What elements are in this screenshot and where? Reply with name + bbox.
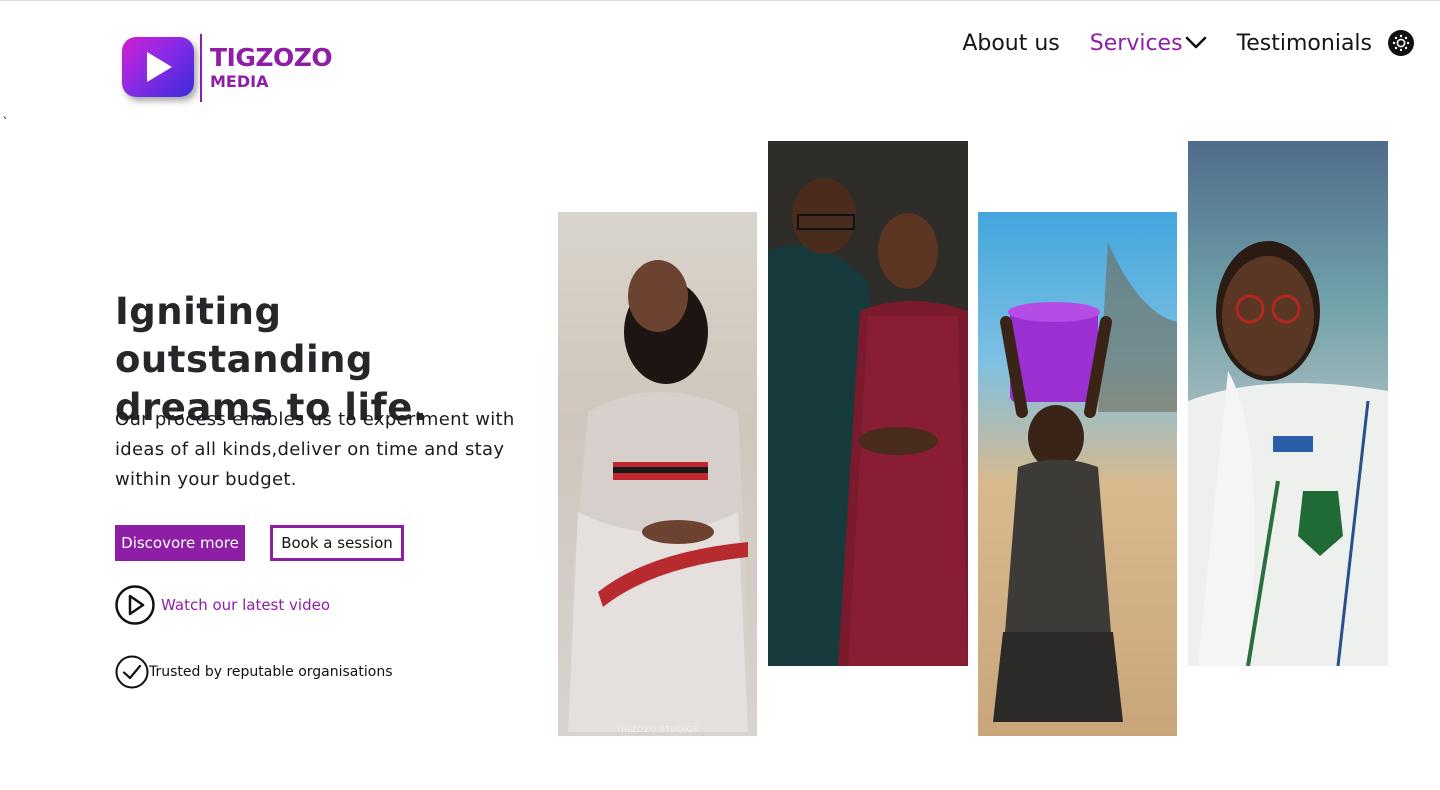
logo-wordmark-secondary: MEDIA [210, 72, 269, 91]
main-nav: About us Services Testimonials [932, 26, 1414, 60]
hero-subtext: Our process enables us to experiment wit… [115, 409, 515, 490]
nav-services-label: Services [1089, 30, 1183, 56]
child-with-bucket-photo [978, 212, 1177, 736]
sun-icon [1392, 34, 1410, 52]
bride-portrait-photo: TIGZOZO STUDIOS [558, 212, 757, 736]
check-circle-icon [115, 655, 149, 689]
play-circle-icon [115, 585, 155, 625]
trusted-label: Trusted by reputable organisations [149, 664, 393, 680]
nav-services[interactable]: Services [1090, 31, 1207, 56]
theme-toggle-button[interactable] [1388, 30, 1414, 56]
stray-backtick: ` [2, 116, 9, 132]
play-logo-icon [122, 37, 194, 97]
logo-wordmark-primary: TIGZOZO [210, 43, 333, 72]
top-border [0, 0, 1440, 1]
watch-video-label: Watch our latest video [161, 596, 330, 614]
student-portrait-photo [1188, 141, 1388, 666]
watch-video-link[interactable]: Watch our latest video [115, 585, 330, 625]
nav-about-us[interactable]: About us [962, 31, 1059, 56]
book-session-button[interactable]: Book a session [270, 525, 404, 561]
trusted-badge: Trusted by reputable organisations [115, 655, 393, 689]
logo-divider [200, 34, 202, 102]
photo-watermark: TIGZOZO STUDIOS [616, 725, 699, 734]
discover-more-button[interactable]: Discovore more [115, 525, 245, 561]
nav-testimonials[interactable]: Testimonials [1237, 31, 1372, 56]
couple-portrait-photo [768, 141, 968, 666]
chevron-down-icon [1185, 36, 1206, 49]
brand-logo[interactable]: TIGZOZO MEDIA [118, 30, 338, 106]
